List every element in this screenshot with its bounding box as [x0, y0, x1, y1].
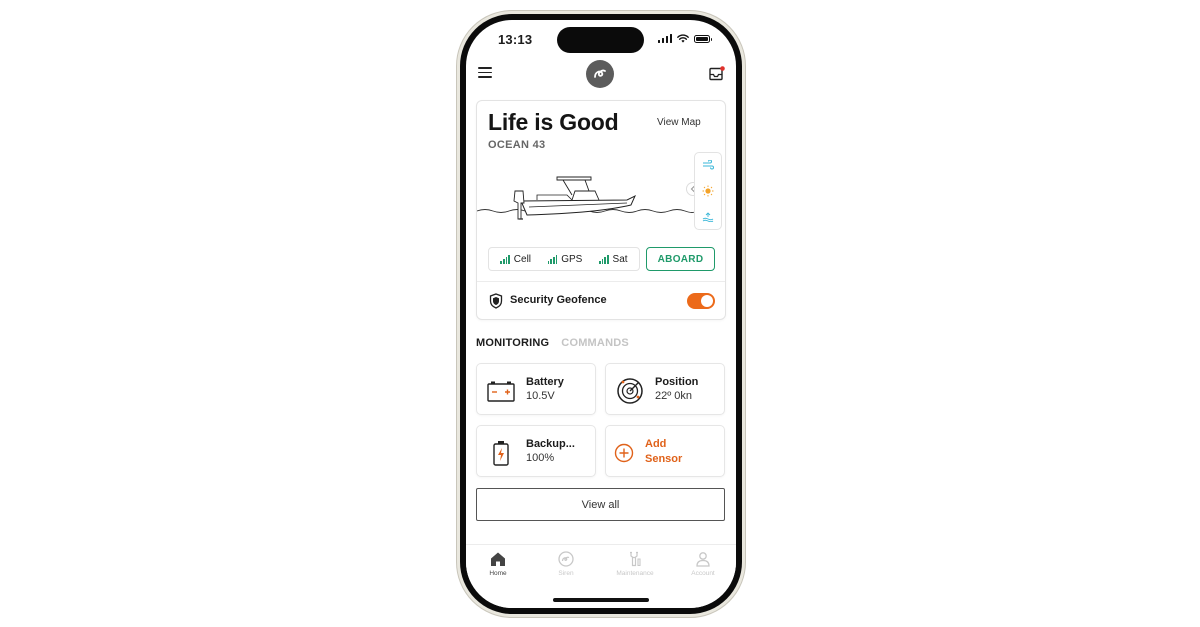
siren-logo-icon[interactable]: [586, 60, 614, 88]
connectivity-sat: Sat: [599, 253, 628, 265]
account-icon: [696, 552, 710, 567]
status-icons: [657, 34, 712, 43]
hamburger-menu-icon[interactable]: [478, 67, 492, 78]
shield-icon: [489, 293, 503, 309]
nav-maintenance[interactable]: Maintenance: [605, 551, 665, 577]
add-sensor-tile[interactable]: Add Sensor: [605, 425, 725, 477]
siren-logo-mark-icon: [594, 69, 606, 78]
view-map-link[interactable]: View Map: [657, 117, 701, 128]
wrench-icon: [630, 551, 641, 567]
dynamic-island: [557, 27, 644, 53]
wind-icon[interactable]: [702, 160, 714, 170]
sensor-value: 10.5V: [526, 390, 555, 402]
siren-icon: [558, 551, 574, 567]
connectivity-status: Cell GPS Sat: [488, 247, 640, 271]
geofence-label: Security Geofence: [510, 294, 607, 306]
weather-panel: [694, 152, 722, 230]
signal-bars-icon: [500, 254, 510, 264]
status-time: 13:13: [498, 32, 533, 47]
aboard-button[interactable]: ABOARD: [646, 247, 715, 271]
tab-monitoring[interactable]: MONITORING: [476, 337, 549, 349]
sensor-title: Position: [655, 376, 699, 388]
tide-icon[interactable]: [702, 212, 714, 222]
nav-label: Maintenance: [616, 570, 654, 577]
sensor-tile-backup[interactable]: Backup... 100%: [476, 425, 596, 477]
signal-bars-icon: [547, 254, 558, 264]
connectivity-gps: GPS: [547, 253, 583, 265]
tab-commands[interactable]: COMMANDS: [561, 337, 629, 349]
wifi-icon: [677, 34, 689, 43]
connectivity-label: Sat: [612, 253, 628, 265]
signal-bars-icon: [599, 254, 609, 264]
nav-label: Account: [691, 570, 715, 577]
connectivity-label: GPS: [561, 253, 583, 265]
sensor-tile-position[interactable]: Position 22º 0kn: [605, 363, 725, 415]
connectivity-cell: Cell: [500, 254, 531, 265]
toggle-knob: [701, 295, 713, 307]
add-sensor-label: Add Sensor: [645, 438, 683, 465]
sensor-title: Backup...: [526, 438, 575, 450]
boat-name: Life is Good: [488, 109, 619, 135]
sensor-title: Battery: [526, 376, 564, 388]
phone-screen: 13:13 Life is Good OCEAN 43 View Map Cel…: [466, 20, 736, 608]
radar-icon: [616, 377, 644, 405]
home-icon: [491, 552, 505, 566]
stage: 13:13 Life is Good OCEAN 43 View Map Cel…: [0, 0, 1200, 627]
sensor-value: 22º 0kn: [655, 390, 693, 402]
monitoring-tabs: MONITORING COMMANDS: [476, 337, 629, 349]
add-circle-icon: [610, 439, 638, 467]
view-all-button[interactable]: View all: [476, 488, 725, 521]
car-battery-icon: [487, 377, 515, 405]
connectivity-label: Cell: [513, 253, 532, 265]
home-indicator[interactable]: [553, 598, 649, 602]
nav-label: Siren: [558, 570, 574, 577]
boat-illustration: [477, 176, 697, 220]
inbox-notification-icon[interactable]: [709, 66, 725, 81]
cellular-signal-icon: [657, 34, 672, 43]
nav-home[interactable]: Home: [468, 551, 528, 577]
sun-icon[interactable]: [702, 185, 714, 197]
nav-account[interactable]: Account: [673, 551, 733, 577]
sensor-tile-battery[interactable]: Battery 10.5V: [476, 363, 596, 415]
backup-battery-icon: [487, 439, 515, 467]
geofence-toggle[interactable]: [687, 293, 715, 309]
boat-card: Life is Good OCEAN 43 View Map Cell GPS …: [476, 100, 726, 320]
card-divider: [477, 281, 725, 282]
nav-siren[interactable]: Siren: [536, 551, 596, 577]
nav-label: Home: [489, 570, 507, 577]
phone-battery-icon: [694, 34, 712, 43]
sensor-value: 100%: [526, 452, 555, 464]
boat-model: OCEAN 43: [488, 139, 546, 151]
